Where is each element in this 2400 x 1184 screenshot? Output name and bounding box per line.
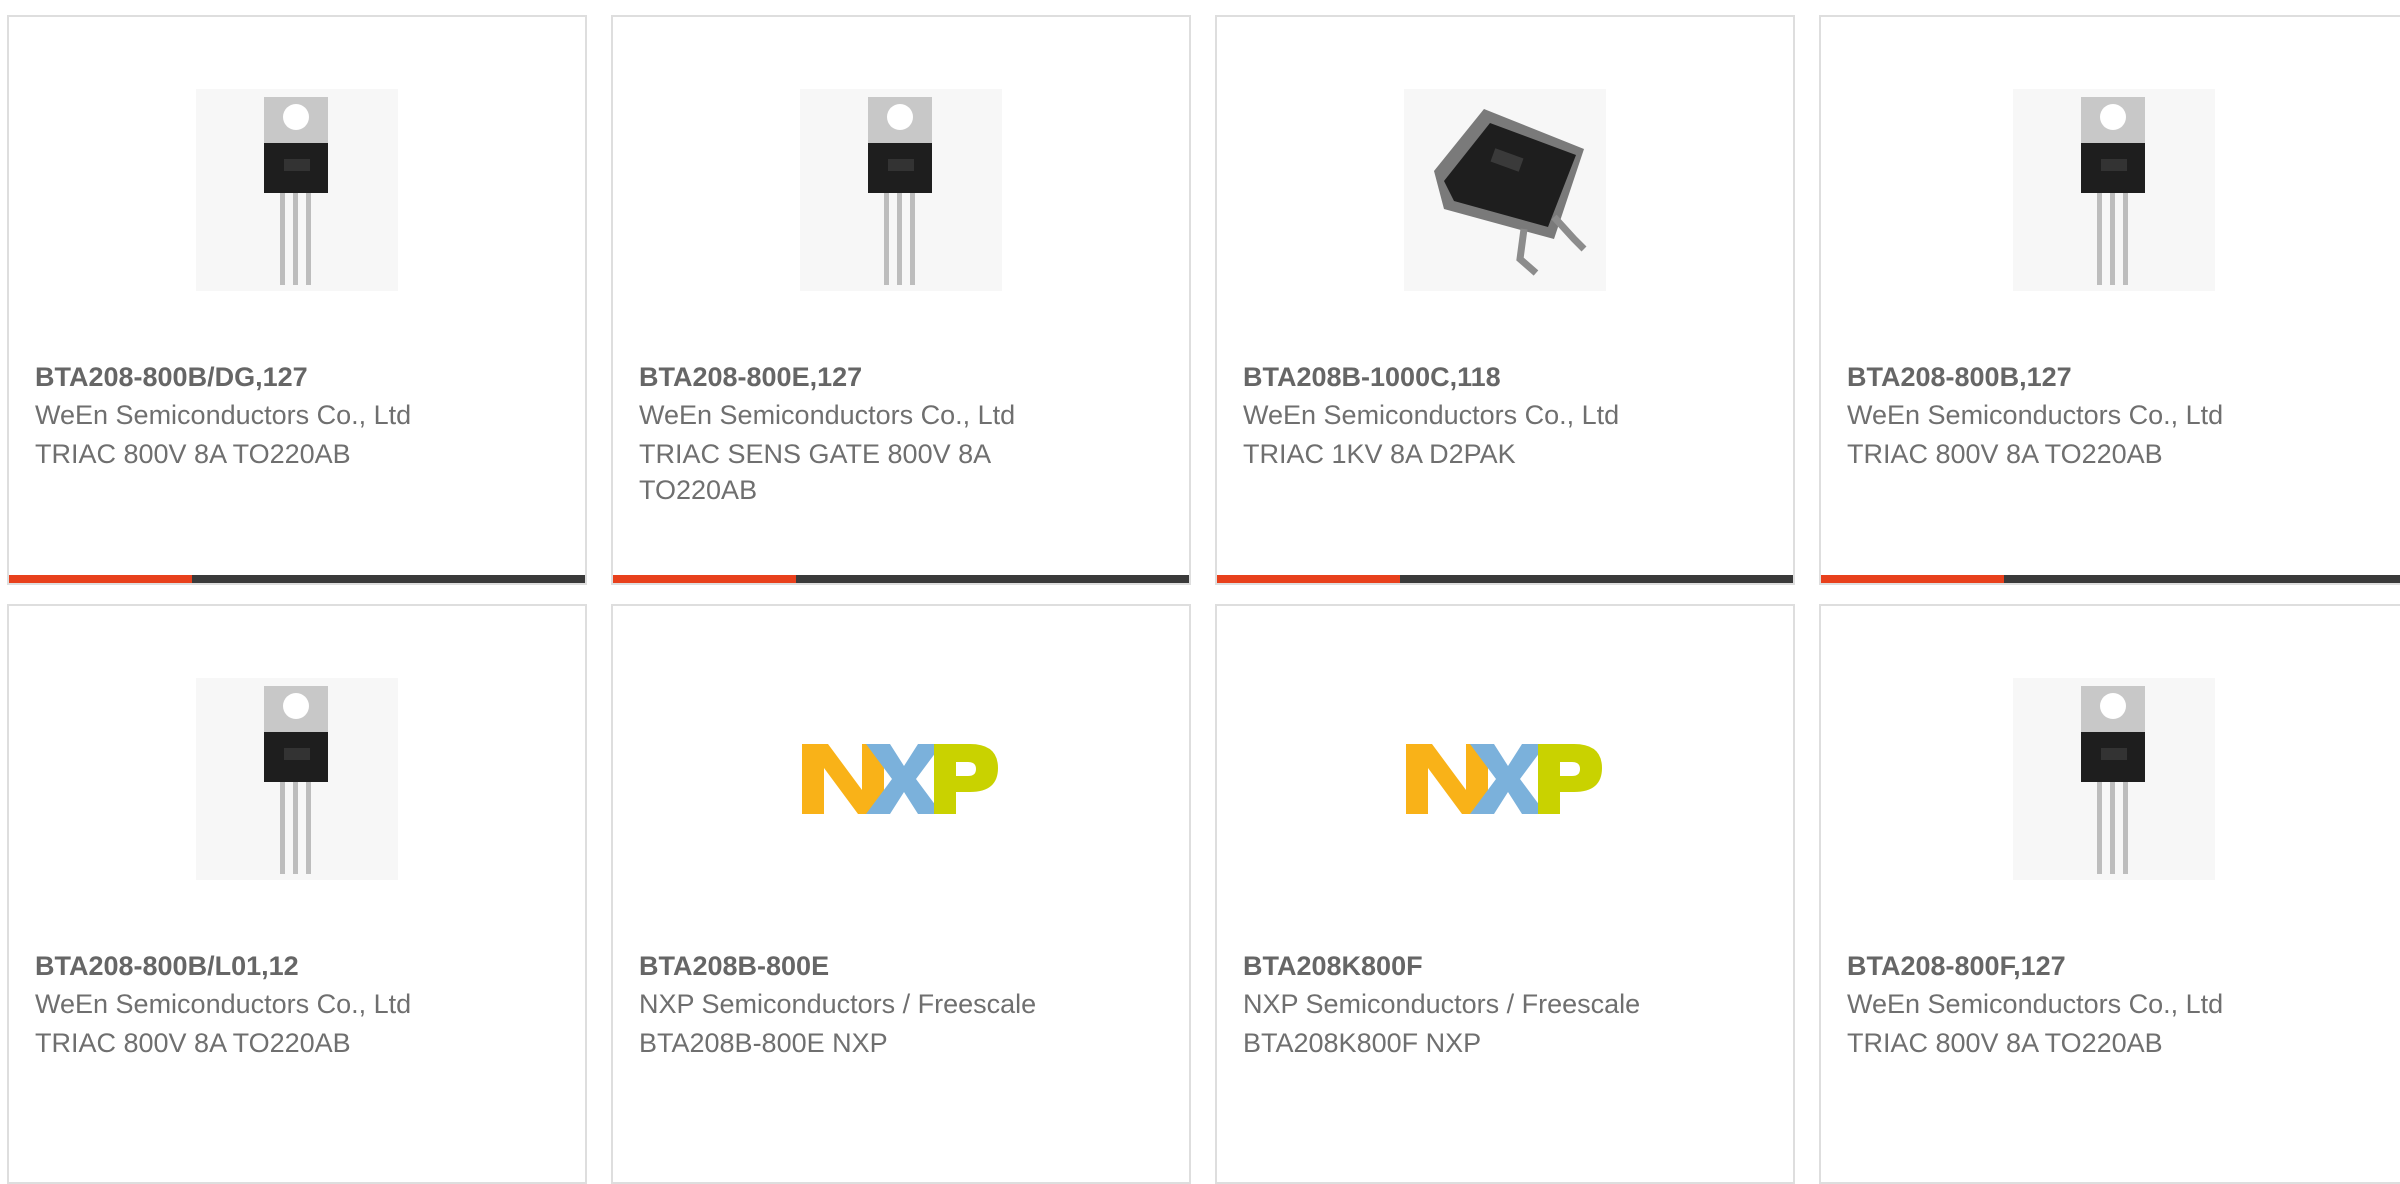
part-number-link[interactable]: BTA208-800B/DG,127: [35, 362, 308, 393]
to220-transistor-icon: [2081, 97, 2145, 285]
product-card[interactable]: BTA208-800F,127 WeEn Semiconductors Co.,…: [1819, 604, 2400, 1184]
manufacturer-name: WeEn Semiconductors Co., Ltd: [639, 400, 1016, 430]
to220-transistor-icon: [264, 686, 328, 874]
manufacturer-name: NXP Semiconductors / Freescale: [1243, 989, 1641, 1019]
product-description: TRIAC 800V 8A TO220AB: [1847, 439, 2163, 469]
product-description: BTA208B-800E NXP: [639, 1028, 888, 1058]
card-accent-bar: [613, 575, 1189, 583]
product-image[interactable]: [1404, 678, 1606, 880]
product-card[interactable]: BTA208-800B,127 WeEn Semiconductors Co.,…: [1819, 15, 2400, 585]
product-image[interactable]: [1404, 89, 1606, 291]
product-card[interactable]: BTA208-800B/DG,127 WeEn Semiconductors C…: [7, 15, 587, 585]
product-card[interactable]: BTA208B-1000C,118 WeEn Semiconductors Co…: [1215, 15, 1795, 585]
card-accent-bar: [1217, 575, 1793, 583]
product-description: TRIAC SENS GATE 800V 8A TO220AB: [639, 439, 990, 505]
part-number-link[interactable]: BTA208B-800E: [639, 951, 829, 982]
manufacturer-name: NXP Semiconductors / Freescale: [639, 989, 1037, 1019]
product-image[interactable]: [800, 89, 1002, 291]
product-image[interactable]: [2013, 89, 2215, 291]
manufacturer-name: WeEn Semiconductors Co., Ltd: [35, 989, 412, 1019]
manufacturer-name: WeEn Semiconductors Co., Ltd: [35, 400, 412, 430]
product-description: BTA208K800F NXP: [1243, 1028, 1482, 1058]
product-image[interactable]: [196, 678, 398, 880]
product-image[interactable]: [2013, 678, 2215, 880]
part-number-link[interactable]: BTA208-800B,127: [1847, 362, 2072, 393]
part-number-link[interactable]: BTA208-800B/L01,12: [35, 951, 299, 982]
card-accent-bar: [9, 575, 585, 583]
product-image[interactable]: [800, 678, 1002, 880]
product-card[interactable]: BTA208B-800E NXP Semiconductors / Freesc…: [611, 604, 1191, 1184]
product-description: TRIAC 800V 8A TO220AB: [35, 1028, 351, 1058]
product-description: TRIAC 800V 8A TO220AB: [35, 439, 351, 469]
product-card[interactable]: BTA208K800F NXP Semiconductors / Freesca…: [1215, 604, 1795, 1184]
manufacturer-name: WeEn Semiconductors Co., Ltd: [1243, 400, 1620, 430]
to220-transistor-icon: [264, 97, 328, 285]
product-description: TRIAC 800V 8A TO220AB: [1847, 1028, 2163, 1058]
part-number-link[interactable]: BTA208B-1000C,118: [1243, 362, 1501, 393]
product-card[interactable]: BTA208-800B/L01,12 WeEn Semiconductors C…: [7, 604, 587, 1184]
part-number-link[interactable]: BTA208K800F: [1243, 951, 1423, 982]
product-grid: BTA208-800B/DG,127 WeEn Semiconductors C…: [0, 0, 2400, 1184]
to220-transistor-icon: [2081, 686, 2145, 874]
manufacturer-name: WeEn Semiconductors Co., Ltd: [1847, 989, 2224, 1019]
card-accent-bar: [1821, 575, 2400, 583]
nxp-logo-icon: [1406, 744, 1602, 814]
nxp-logo-icon: [802, 744, 998, 814]
to220-transistor-icon: [868, 97, 932, 285]
part-number-link[interactable]: BTA208-800F,127: [1847, 951, 2066, 982]
manufacturer-name: WeEn Semiconductors Co., Ltd: [1847, 400, 2224, 430]
d2pak-transistor-icon: [1434, 109, 1587, 276]
product-card[interactable]: BTA208-800E,127 WeEn Semiconductors Co.,…: [611, 15, 1191, 585]
part-number-link[interactable]: BTA208-800E,127: [639, 362, 862, 393]
product-image[interactable]: [196, 89, 398, 291]
product-description: TRIAC 1KV 8A D2PAK: [1243, 439, 1516, 469]
